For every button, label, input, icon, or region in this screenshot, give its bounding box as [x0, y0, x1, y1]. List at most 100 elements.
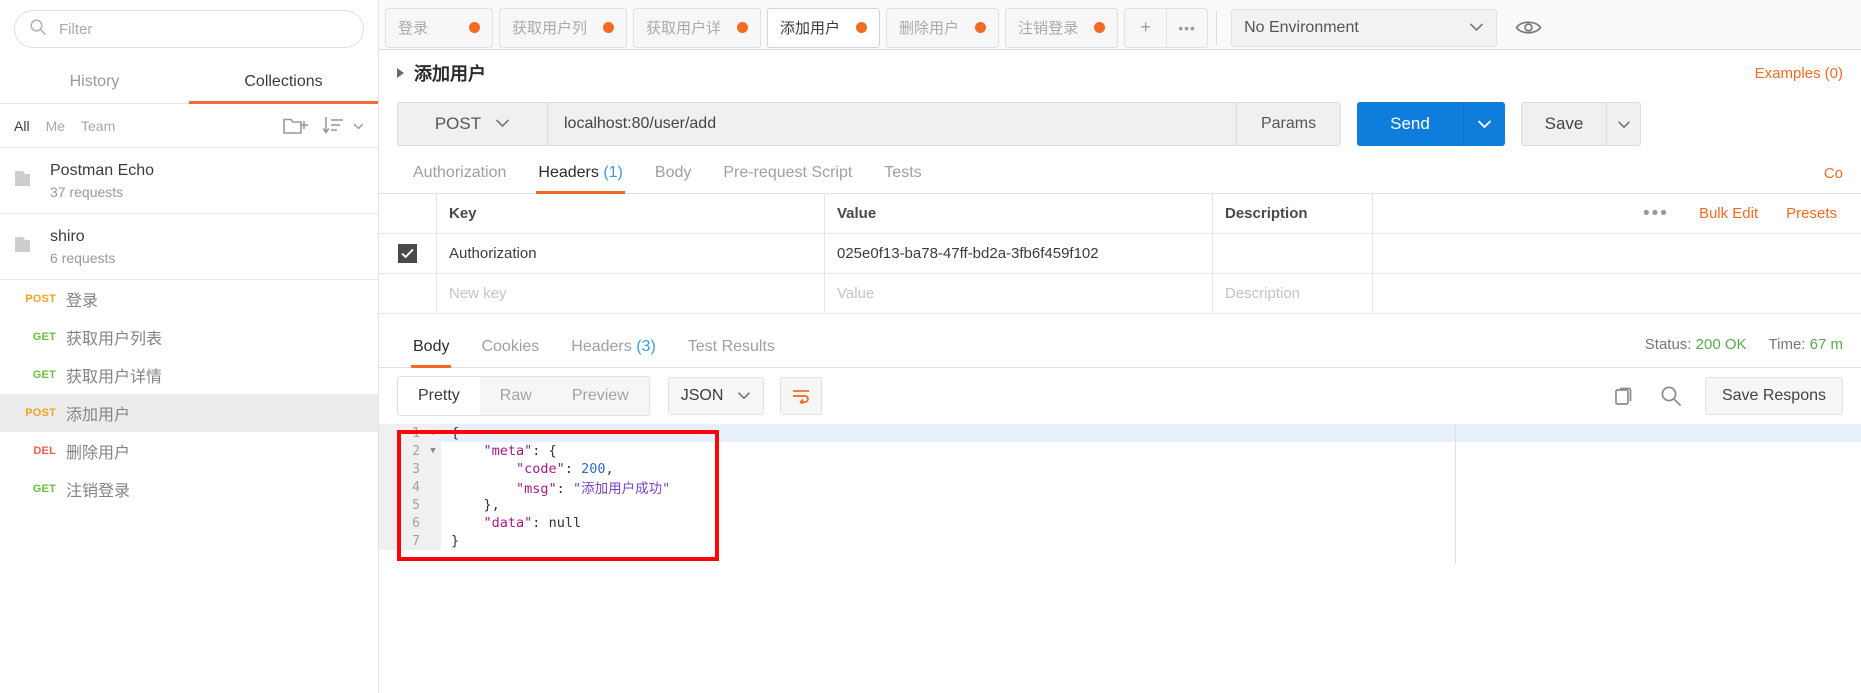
header-key[interactable]: Authorization — [436, 234, 824, 273]
tab-response-headers[interactable]: Headers (3) — [555, 338, 672, 367]
tab-cookies[interactable]: Cookies — [465, 338, 555, 367]
new-tab-button[interactable]: + — [1124, 7, 1167, 48]
tab-pre-request-script[interactable]: Pre-request Script — [707, 164, 868, 193]
environment-select[interactable]: No Environment — [1231, 8, 1498, 47]
tab-history-label: History — [69, 72, 120, 90]
sidebar-request-添加用户[interactable]: POST 添加用户 — [0, 394, 378, 432]
save-options-button[interactable] — [1607, 102, 1641, 146]
request-tab-label: 注销登录 — [1018, 20, 1079, 37]
scope-all[interactable]: All — [14, 118, 30, 134]
request-tab-注销登录[interactable]: 注销登录 — [1005, 7, 1119, 48]
request-method-badge: POST — [25, 293, 56, 305]
code-text: "meta": { — [483, 443, 557, 459]
examples-link[interactable]: Examples (0) — [1755, 65, 1843, 82]
scope-me[interactable]: Me — [46, 118, 65, 134]
tab-tests-label: Tests — [884, 164, 922, 181]
request-tab-label: 登录 — [398, 20, 429, 37]
table-row[interactable]: Authorization 025e0f13-ba78-47ff-bd2a-3f… — [379, 234, 1861, 274]
code-link[interactable]: Co — [1824, 165, 1843, 193]
new-description-input[interactable]: Description — [1212, 274, 1372, 313]
request-tab-label: 获取用户详 — [646, 20, 722, 37]
view-mode-pretty[interactable]: Pretty — [398, 377, 480, 415]
tab-tests[interactable]: Tests — [868, 164, 937, 193]
header-description[interactable] — [1212, 234, 1372, 273]
request-method-badge: DEL — [33, 445, 56, 457]
save-response-label: Save Respons — [1721, 387, 1826, 404]
folder-icon — [14, 168, 50, 194]
headers-options-icon[interactable]: ••• — [1627, 203, 1685, 225]
collection-item-postman-echo[interactable]: Postman Echo 37 requests — [0, 148, 378, 214]
chevron-down-icon[interactable] — [353, 122, 364, 130]
sidebar-request-获取用户列表[interactable]: GET 获取用户列表 — [0, 318, 378, 356]
url-input[interactable] — [562, 114, 1222, 134]
code-text: { — [451, 425, 460, 441]
status-label: Status: — [1644, 336, 1692, 353]
fold-spacer — [425, 496, 441, 514]
code-lines: 1 ▼{2 ▼ "meta": {3 "code": 200, 4 "msg": "添… — [379, 424, 1861, 550]
http-method-select[interactable]: POST — [397, 102, 547, 146]
sidebar-request-获取用户详情[interactable]: GET 获取用户详情 — [0, 356, 378, 394]
tab-headers[interactable]: Headers (1) — [522, 164, 639, 194]
save-response-button[interactable]: Save Respons — [1704, 377, 1843, 415]
url-bar: POST Params Send Save — [379, 96, 1861, 152]
fold-caret-icon[interactable]: ▼ — [425, 442, 441, 460]
view-mode-preview[interactable]: Preview — [551, 377, 649, 415]
copy-icon[interactable] — [1613, 384, 1637, 408]
request-tab-删除用户[interactable]: 删除用户 — [886, 7, 1000, 48]
collection-name: Postman Echo — [50, 161, 155, 179]
filter-box[interactable] — [14, 10, 364, 48]
response-format-select[interactable]: JSON — [667, 377, 764, 415]
sidebar-request-删除用户[interactable]: DEL 删除用户 — [0, 432, 378, 470]
request-tab-登录[interactable]: 登录 — [385, 7, 493, 48]
new-key-input[interactable]: New key — [436, 274, 824, 313]
bulk-edit-link[interactable]: Bulk Edit — [1685, 205, 1772, 222]
sort-icon[interactable] — [323, 115, 349, 137]
save-button[interactable]: Save — [1521, 102, 1607, 146]
sidebar-request-登录[interactable]: POST 登录 — [0, 280, 378, 318]
send-button[interactable]: Send — [1357, 102, 1463, 146]
sidebar-tabs: History Collections — [0, 60, 378, 104]
table-row-new[interactable]: New key Value Description — [379, 274, 1861, 314]
tab-response-body[interactable]: Body — [397, 338, 465, 368]
presets-link[interactable]: Presets — [1772, 205, 1851, 222]
request-name: 添加用户 — [66, 407, 131, 424]
tab-body[interactable]: Body — [639, 164, 707, 193]
header-value[interactable]: 025e0f13-ba78-47ff-bd2a-3fb6f459f102 — [824, 234, 1212, 273]
url-input-wrap[interactable] — [547, 102, 1237, 146]
request-name: 获取用户详情 — [66, 369, 163, 386]
tab-history[interactable]: History — [0, 60, 189, 103]
search-icon[interactable] — [1659, 384, 1683, 408]
collection-list: Postman Echo 37 requests shiro 6 request… — [0, 148, 378, 693]
wrap-lines-icon[interactable] — [779, 377, 822, 415]
send-group: Send — [1357, 102, 1505, 146]
tab-authorization[interactable]: Authorization — [397, 164, 522, 193]
tab-test-results[interactable]: Test Results — [672, 338, 791, 367]
send-options-button[interactable] — [1463, 102, 1505, 146]
request-tab-获取用户详[interactable]: 获取用户详 — [633, 7, 762, 48]
code-line: 3 "code": 200, — [379, 460, 1861, 478]
response-body-code[interactable]: 1 ▼{2 ▼ "meta": {3 "code": 200, 4 "msg": "添… — [379, 424, 1861, 693]
request-tab-label: 删除用户 — [899, 20, 960, 37]
row-checkbox[interactable] — [398, 244, 417, 263]
time-label: Time: — [1768, 336, 1806, 353]
fold-spacer — [425, 514, 441, 532]
view-mode-raw[interactable]: Raw — [479, 377, 552, 415]
new-value-input[interactable]: Value — [824, 274, 1212, 313]
tab-response-body-label: Body — [413, 338, 450, 355]
tab-options-button[interactable]: ••• — [1166, 7, 1209, 48]
expand-caret-icon[interactable] — [397, 68, 404, 78]
sidebar-request-注销登录[interactable]: GET 注销登录 — [0, 470, 378, 508]
tab-test-results-label: Test Results — [687, 338, 775, 355]
request-tab-获取用户列[interactable]: 获取用户列 — [499, 7, 628, 48]
tab-collections[interactable]: Collections — [189, 60, 378, 104]
request-tab-添加用户[interactable]: 添加用户 — [767, 7, 881, 48]
scope-team[interactable]: Team — [81, 118, 115, 134]
status-badge: Status: 200 OK — [1645, 336, 1747, 367]
filter-input[interactable] — [57, 19, 349, 39]
collection-item-shiro[interactable]: shiro 6 requests — [0, 214, 378, 280]
new-folder-icon[interactable] — [283, 115, 309, 137]
params-button[interactable]: Params — [1237, 102, 1341, 146]
eye-icon[interactable] — [1515, 18, 1542, 37]
fold-caret-icon[interactable]: ▼ — [425, 424, 441, 442]
code-line: 1 ▼ { — [379, 424, 1861, 442]
